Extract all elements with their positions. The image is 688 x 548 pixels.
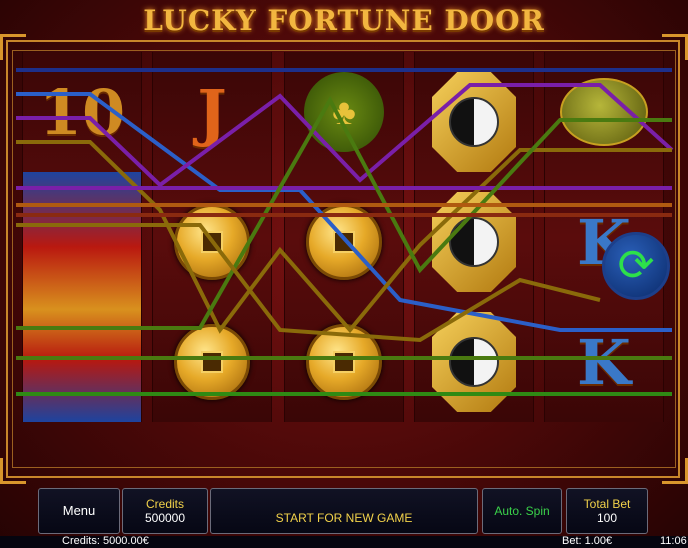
status-credits: Credits: 5000.00€ [62, 535, 149, 547]
payline [16, 83, 674, 188]
autospin-button[interactable]: Auto. Spin [482, 488, 562, 534]
game-stage: LUCKY FORTUNE DOOR 10 J ♣ K K ⟳ Menu Cre… [0, 0, 688, 548]
menu-button-label: Menu [62, 503, 96, 518]
credits-panel: Credits 500000 [122, 488, 208, 534]
menu-button[interactable]: Menu [38, 488, 120, 534]
start-new-game-button[interactable]: START FOR NEW GAME [210, 488, 478, 534]
paylines-overlay [16, 68, 674, 396]
refresh-spin-icon[interactable]: ⟳ [602, 232, 670, 300]
credits-label: Credits [145, 497, 184, 511]
autospin-label: Auto. Spin [494, 504, 550, 518]
start-button-label: START FOR NEW GAME [275, 511, 413, 525]
total-bet-label: Total Bet [583, 497, 631, 511]
total-bet-value: 100 [596, 511, 618, 525]
credits-value: 500000 [144, 511, 186, 525]
total-bet-panel[interactable]: Total Bet 100 [566, 488, 648, 534]
status-bet: Bet: 1.00€ [562, 535, 613, 547]
status-clock: 11:06 [660, 535, 687, 547]
